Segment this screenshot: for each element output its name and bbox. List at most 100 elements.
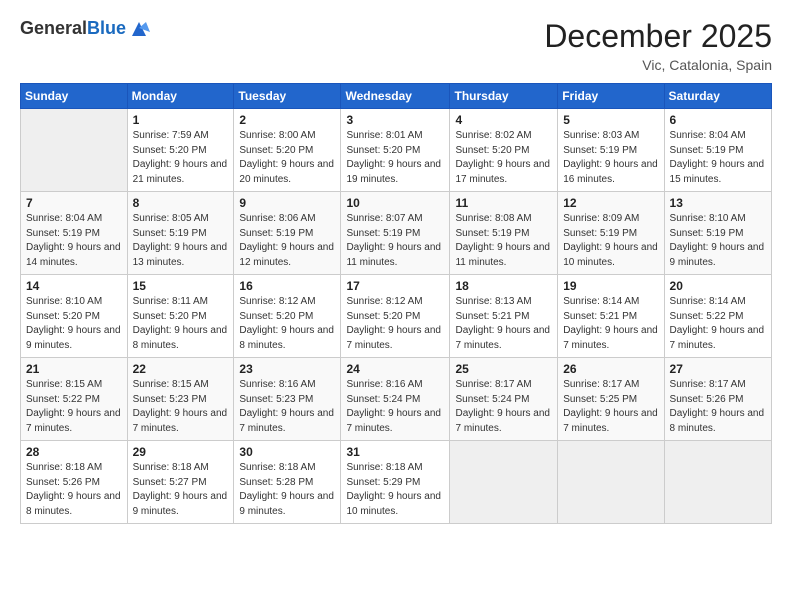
day-number: 30 — [239, 445, 335, 459]
day-info: Sunrise: 8:16 AMSunset: 5:24 PMDaylight:… — [346, 378, 444, 436]
day-info: Sunrise: 8:15 AMSunset: 5:22 PMDaylight:… — [26, 378, 122, 436]
day-info: Sunrise: 8:06 AMSunset: 5:19 PMDaylight:… — [239, 212, 335, 270]
day-cell: 3 Sunrise: 8:01 AMSunset: 5:20 PMDaylight… — [341, 109, 450, 192]
day-header: Friday — [558, 84, 664, 109]
day-cell: 14 Sunrise: 8:10 AMSunset: 5:20 PMDayligh… — [21, 275, 128, 358]
logo-general: GeneralBlue — [20, 19, 126, 39]
day-info: Sunrise: 7:59 AMSunset: 5:20 PMDaylight:… — [133, 129, 229, 187]
day-cell: 12 Sunrise: 8:09 AMSunset: 5:19 PMDayligh… — [558, 192, 664, 275]
day-cell — [664, 441, 771, 524]
day-info: Sunrise: 8:13 AMSunset: 5:21 PMDaylight:… — [455, 295, 552, 353]
day-number: 10 — [346, 196, 444, 210]
day-cell: 8 Sunrise: 8:05 AMSunset: 5:19 PMDaylight… — [127, 192, 234, 275]
day-info: Sunrise: 8:16 AMSunset: 5:23 PMDaylight:… — [239, 378, 335, 436]
week-row: 28 Sunrise: 8:18 AMSunset: 5:26 PMDayligh… — [21, 441, 772, 524]
day-cell: 5 Sunrise: 8:03 AMSunset: 5:19 PMDaylight… — [558, 109, 664, 192]
day-info: Sunrise: 8:05 AMSunset: 5:19 PMDaylight:… — [133, 212, 229, 270]
day-info: Sunrise: 8:11 AMSunset: 5:20 PMDaylight:… — [133, 295, 229, 353]
day-number: 20 — [670, 279, 766, 293]
day-cell: 4 Sunrise: 8:02 AMSunset: 5:20 PMDaylight… — [450, 109, 558, 192]
day-number: 12 — [563, 196, 658, 210]
week-row: 1 Sunrise: 7:59 AMSunset: 5:20 PMDaylight… — [21, 109, 772, 192]
day-info: Sunrise: 8:12 AMSunset: 5:20 PMDaylight:… — [346, 295, 444, 353]
header: GeneralBlue December 2025 Vic, Catalonia… — [20, 18, 772, 73]
day-header: Saturday — [664, 84, 771, 109]
day-cell: 27Sunrise: 8:17 AMSunset: 5:26 PMDayligh… — [664, 358, 771, 441]
day-info: Sunrise: 8:10 AMSunset: 5:20 PMDaylight:… — [26, 295, 122, 353]
day-cell: 21 Sunrise: 8:15 AMSunset: 5:22 PMDayligh… — [21, 358, 128, 441]
day-number: 5 — [563, 113, 658, 127]
day-number: 25 — [455, 362, 552, 376]
day-cell: 18Sunrise: 8:13 AMSunset: 5:21 PMDayligh… — [450, 275, 558, 358]
day-number: 1 — [133, 113, 229, 127]
day-number: 28 — [26, 445, 122, 459]
day-info: Sunrise: 8:04 AMSunset: 5:19 PMDaylight:… — [670, 129, 766, 187]
header-row: SundayMondayTuesdayWednesdayThursdayFrid… — [21, 84, 772, 109]
day-cell: 7 Sunrise: 8:04 AMSunset: 5:19 PMDaylight… — [21, 192, 128, 275]
day-number: 23 — [239, 362, 335, 376]
day-number: 14 — [26, 279, 122, 293]
day-info: Sunrise: 8:07 AMSunset: 5:19 PMDaylight:… — [346, 212, 444, 270]
day-info: Sunrise: 8:02 AMSunset: 5:20 PMDaylight:… — [455, 129, 552, 187]
day-cell: 17Sunrise: 8:12 AMSunset: 5:20 PMDayligh… — [341, 275, 450, 358]
day-cell: 20Sunrise: 8:14 AMSunset: 5:22 PMDayligh… — [664, 275, 771, 358]
day-cell: 29 Sunrise: 8:18 AMSunset: 5:27 PMDayligh… — [127, 441, 234, 524]
day-info: Sunrise: 8:17 AMSunset: 5:24 PMDaylight:… — [455, 378, 552, 436]
logo: GeneralBlue — [20, 18, 150, 40]
week-row: 21 Sunrise: 8:15 AMSunset: 5:22 PMDayligh… — [21, 358, 772, 441]
day-number: 15 — [133, 279, 229, 293]
day-cell — [558, 441, 664, 524]
day-number: 4 — [455, 113, 552, 127]
day-info: Sunrise: 8:12 AMSunset: 5:20 PMDaylight:… — [239, 295, 335, 353]
title-block: December 2025 Vic, Catalonia, Spain — [544, 18, 772, 73]
month-title: December 2025 — [544, 18, 772, 55]
day-number: 6 — [670, 113, 766, 127]
day-cell: 15 Sunrise: 8:11 AMSunset: 5:20 PMDayligh… — [127, 275, 234, 358]
day-number: 26 — [563, 362, 658, 376]
day-cell: 6 Sunrise: 8:04 AMSunset: 5:19 PMDaylight… — [664, 109, 771, 192]
day-number: 19 — [563, 279, 658, 293]
day-info: Sunrise: 8:03 AMSunset: 5:19 PMDaylight:… — [563, 129, 658, 187]
day-info: Sunrise: 8:15 AMSunset: 5:23 PMDaylight:… — [133, 378, 229, 436]
day-number: 3 — [346, 113, 444, 127]
day-info: Sunrise: 8:04 AMSunset: 5:19 PMDaylight:… — [26, 212, 122, 270]
day-number: 2 — [239, 113, 335, 127]
day-cell: 22Sunrise: 8:15 AMSunset: 5:23 PMDayligh… — [127, 358, 234, 441]
day-header: Monday — [127, 84, 234, 109]
day-number: 24 — [346, 362, 444, 376]
day-cell: 28 Sunrise: 8:18 AMSunset: 5:26 PMDayligh… — [21, 441, 128, 524]
day-number: 31 — [346, 445, 444, 459]
day-cell: 16 Sunrise: 8:12 AMSunset: 5:20 PMDayligh… — [234, 275, 341, 358]
day-cell: 23 Sunrise: 8:16 AMSunset: 5:23 PMDayligh… — [234, 358, 341, 441]
week-row: 14 Sunrise: 8:10 AMSunset: 5:20 PMDayligh… — [21, 275, 772, 358]
day-number: 8 — [133, 196, 229, 210]
day-number: 11 — [455, 196, 552, 210]
day-info: Sunrise: 8:01 AMSunset: 5:20 PMDaylight:… — [346, 129, 444, 187]
day-cell: 11 Sunrise: 8:08 AMSunset: 5:19 PMDayligh… — [450, 192, 558, 275]
day-number: 29 — [133, 445, 229, 459]
day-number: 13 — [670, 196, 766, 210]
location: Vic, Catalonia, Spain — [544, 57, 772, 73]
day-cell: 25 Sunrise: 8:17 AMSunset: 5:24 PMDayligh… — [450, 358, 558, 441]
day-number: 27 — [670, 362, 766, 376]
day-cell — [21, 109, 128, 192]
day-number: 21 — [26, 362, 122, 376]
day-cell: 10 Sunrise: 8:07 AMSunset: 5:19 PMDayligh… — [341, 192, 450, 275]
day-info: Sunrise: 8:08 AMSunset: 5:19 PMDaylight:… — [455, 212, 552, 270]
day-number: 16 — [239, 279, 335, 293]
day-cell: 24 Sunrise: 8:16 AMSunset: 5:24 PMDayligh… — [341, 358, 450, 441]
day-cell: 1 Sunrise: 7:59 AMSunset: 5:20 PMDaylight… — [127, 109, 234, 192]
day-info: Sunrise: 8:09 AMSunset: 5:19 PMDaylight:… — [563, 212, 658, 270]
day-cell: 9 Sunrise: 8:06 AMSunset: 5:19 PMDaylight… — [234, 192, 341, 275]
day-info: Sunrise: 8:10 AMSunset: 5:19 PMDaylight:… — [670, 212, 766, 270]
day-info: Sunrise: 8:14 AMSunset: 5:21 PMDaylight:… — [563, 295, 658, 353]
calendar-table: SundayMondayTuesdayWednesdayThursdayFrid… — [20, 83, 772, 524]
day-info: Sunrise: 8:18 AMSunset: 5:27 PMDaylight:… — [133, 461, 229, 519]
logo-icon — [128, 18, 150, 40]
day-info: Sunrise: 8:18 AMSunset: 5:28 PMDaylight:… — [239, 461, 335, 519]
day-info: Sunrise: 8:18 AMSunset: 5:26 PMDaylight:… — [26, 461, 122, 519]
week-row: 7 Sunrise: 8:04 AMSunset: 5:19 PMDaylight… — [21, 192, 772, 275]
day-header: Thursday — [450, 84, 558, 109]
day-number: 9 — [239, 196, 335, 210]
day-number: 7 — [26, 196, 122, 210]
